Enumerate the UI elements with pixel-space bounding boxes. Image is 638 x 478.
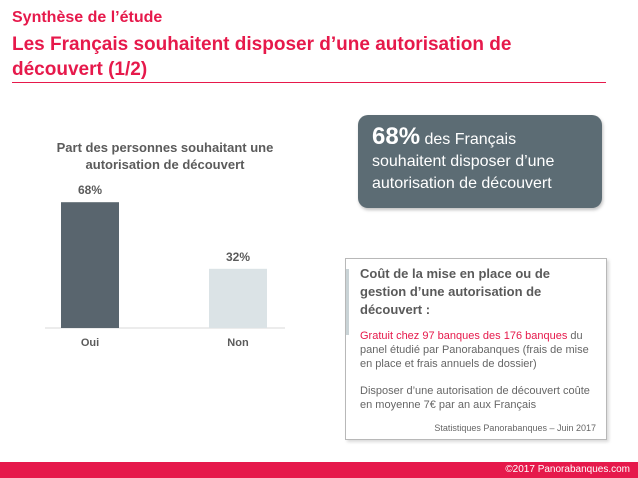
info-box-source: Statistiques Panorabanques – Juin 2017 <box>434 423 596 433</box>
footer-copyright: ©2017 Panorabanques.com <box>505 464 630 475</box>
category-label-oui: Oui <box>81 337 99 349</box>
info-box: Coût de la mise en place ou de gestion d… <box>345 258 607 440</box>
bar-oui <box>61 202 119 328</box>
key-stat-text-2: souhaitent disposer d’une <box>372 153 555 170</box>
category-label-non: Non <box>227 337 249 349</box>
bar-non <box>209 268 267 328</box>
info-box-title: Coût de la mise en place ou de gestion d… <box>360 266 550 317</box>
data-label-oui: 68% <box>78 183 102 197</box>
info-box-highlight: Gratuit chez 97 banques des 176 banques <box>360 330 568 342</box>
key-stat-value: 68% <box>372 123 421 150</box>
key-stat-text-3: autorisation de découvert <box>372 175 552 192</box>
info-box-paragraph-2: Disposer d’une autorisation de découvert… <box>360 385 590 411</box>
footer-bar: ©2017 Panorabanques.com <box>0 462 638 478</box>
data-label-non: 32% <box>226 250 250 264</box>
info-box-paragraph-1: Gratuit chez 97 banques des 176 banques … <box>360 329 596 371</box>
key-stat-text-1: des Français <box>424 131 517 148</box>
key-stat-callout: 68% des Français souhaitent disposer d’u… <box>358 115 602 208</box>
